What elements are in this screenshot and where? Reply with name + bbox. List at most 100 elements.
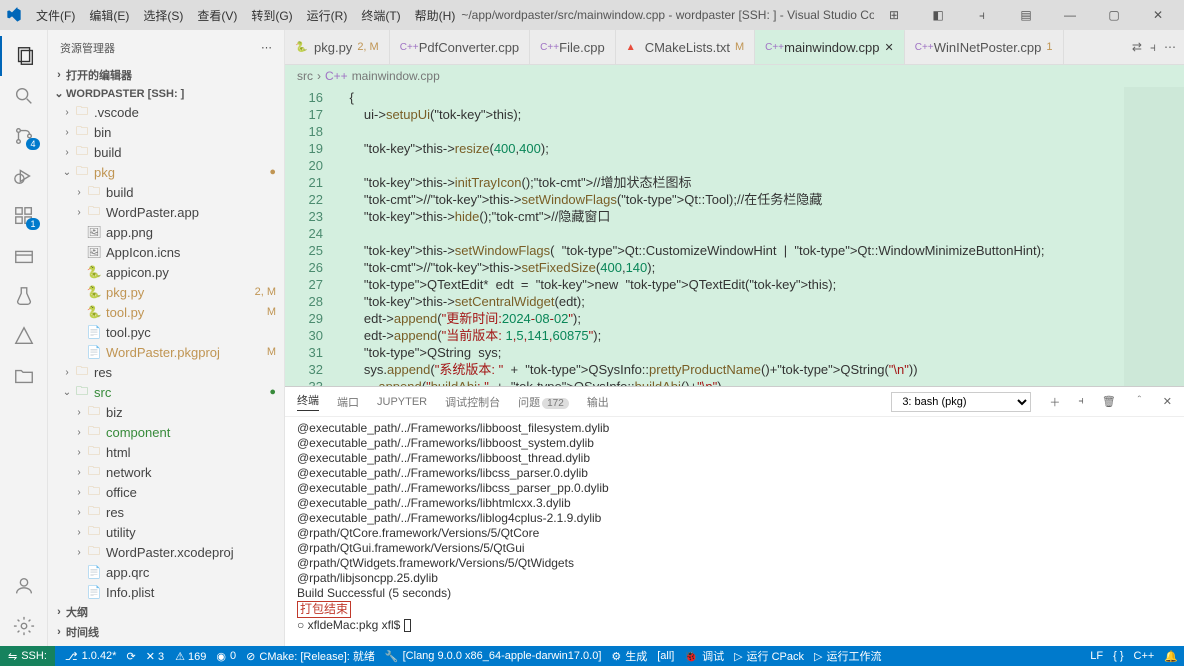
folder-icon[interactable] [0, 356, 48, 396]
menu-terminal[interactable]: 终端(T) [355, 3, 406, 28]
explorer-icon[interactable] [0, 36, 48, 76]
sync-button[interactable]: ⟳ [126, 650, 135, 663]
section-outline[interactable]: ›大纲 [48, 602, 284, 622]
remote-icon[interactable] [0, 236, 48, 276]
editor-tab[interactable]: C++File.cpp [530, 30, 616, 64]
panel-tab-problems[interactable]: 问题172 [518, 394, 569, 410]
layout-icon[interactable]: ◧ [918, 8, 958, 22]
panel-tab-debug[interactable]: 调试控制台 [445, 394, 500, 410]
compare-icon[interactable]: ⇄ [1132, 40, 1142, 54]
extensions-icon[interactable]: 1 [0, 196, 48, 236]
test-icon[interactable] [0, 276, 48, 316]
code-body[interactable]: { ui->setupUi("tok-key">this); "tok-key"… [335, 87, 1124, 386]
tree-item[interactable]: 📄tool.pyc [48, 322, 284, 342]
close-button[interactable]: ✕ [1138, 8, 1178, 22]
notifications-icon[interactable]: 🔔 [1164, 650, 1178, 663]
ctest-button[interactable]: ▷ 运行工作流 [814, 648, 881, 664]
ports-status[interactable]: ◉ 0 [216, 650, 236, 663]
search-icon[interactable] [0, 76, 48, 116]
tree-item[interactable]: ⌄🗀src● [48, 382, 284, 402]
panel-maximize-icon[interactable]: ＾ [1134, 394, 1145, 410]
cmake-icon[interactable] [0, 316, 48, 356]
menu-edit[interactable]: 编辑(E) [83, 3, 135, 28]
menu-file[interactable]: 文件(F) [30, 3, 81, 28]
terminal-trash-icon[interactable]: 🗑 [1102, 395, 1116, 408]
tree-item[interactable]: 🐍tool.pyM [48, 302, 284, 322]
section-open-editors[interactable]: ›打开的编辑器 [48, 65, 284, 85]
menu-run[interactable]: 运行(R) [301, 3, 354, 28]
breadcrumb[interactable]: src › C++ mainwindow.cpp [285, 65, 1184, 87]
lang-status[interactable]: C++ [1134, 650, 1155, 662]
menu-select[interactable]: 选择(S) [137, 3, 189, 28]
tree-item[interactable]: ›🗀build [48, 142, 284, 162]
cmake-status[interactable]: ⊘ CMake: [Release]: 就绪 [246, 648, 375, 664]
tree-item[interactable]: ›🗀component [48, 422, 284, 442]
tree-item[interactable]: ›🗀biz [48, 402, 284, 422]
tree-item[interactable]: 🐍appicon.py [48, 262, 284, 282]
tree-item[interactable]: 🖼AppIcon.icns [48, 242, 284, 262]
kit-status[interactable]: 🔧 [Clang 9.0.0 x86_64-apple-darwin17.0.0… [385, 650, 601, 663]
remote-indicator[interactable]: ⇋ SSH: [0, 646, 55, 666]
sidebar-more-icon[interactable]: ⋯ [261, 41, 272, 54]
menu-help[interactable]: 帮助(H) [409, 3, 462, 28]
editor-tab[interactable]: C++mainwindow.cpp✕ [755, 30, 905, 64]
tree-item[interactable]: ›🗀WordPaster.app [48, 202, 284, 222]
panel-tab-terminal[interactable]: 终端 [297, 392, 319, 411]
tree-item[interactable]: ›🗀network [48, 462, 284, 482]
customize-icon[interactable]: ▤ [1006, 8, 1046, 22]
section-timeline[interactable]: ›时间线 [48, 622, 284, 642]
settings-icon[interactable] [0, 606, 48, 646]
tree-item[interactable]: ›🗀office [48, 482, 284, 502]
maximize-button[interactable]: ▢ [1094, 8, 1134, 22]
tree-item[interactable]: ›🗀.vscode [48, 102, 284, 122]
debug-button[interactable]: 🐞 调试 [684, 648, 724, 664]
account-icon[interactable] [0, 566, 48, 606]
minimize-button[interactable]: — [1050, 8, 1090, 22]
tree-item[interactable]: 📄app.qrc [48, 562, 284, 582]
tree-item[interactable]: ⌄🗀pkg● [48, 162, 284, 182]
menu-view[interactable]: 查看(V) [191, 3, 243, 28]
tree-item[interactable]: 📄WordPaster.pkgprojM [48, 342, 284, 362]
menu-go[interactable]: 转到(G) [245, 3, 298, 28]
terminal-selector[interactable]: 3: bash (pkg) [891, 392, 1031, 412]
tree-item[interactable]: ›🗀WordPaster.xcodeproj [48, 542, 284, 562]
editor-tab[interactable]: C++PdfConverter.cpp [390, 30, 530, 64]
toggle-panel-icon[interactable]: ⊞ [874, 8, 914, 22]
panel-close-icon[interactable]: ✕ [1163, 395, 1172, 408]
tree-item[interactable]: ›🗀utility [48, 522, 284, 542]
scm-icon[interactable]: 4 [0, 116, 48, 156]
editor-tab[interactable]: 🐍pkg.py2, M [285, 30, 390, 64]
more-icon[interactable]: ⋯ [1164, 40, 1176, 54]
tree-item[interactable]: ›🗀res [48, 502, 284, 522]
tree-item[interactable]: 🐍pkg.py2, M [48, 282, 284, 302]
breadcrumb-folder[interactable]: src [297, 69, 313, 83]
tree-item[interactable]: ›🗀html [48, 442, 284, 462]
section-workspace[interactable]: ⌄WORDPASTER [SSH: ] [48, 85, 284, 102]
panel-tab-output[interactable]: 输出 [587, 394, 609, 410]
minimap[interactable] [1124, 87, 1184, 386]
layout2-icon[interactable]: ⫞ [962, 8, 1002, 23]
terminal-output[interactable]: @executable_path/../Frameworks/libboost_… [285, 417, 1184, 646]
editor-tab[interactable]: ▲CMakeLists.txtM [616, 30, 755, 64]
terminal-split-icon[interactable]: ⫞ [1078, 395, 1084, 408]
editor-tab[interactable]: C++WinINetPoster.cpp1 [905, 30, 1064, 64]
tree-item[interactable]: 🖼app.png [48, 222, 284, 242]
panel-tab-ports[interactable]: 端口 [337, 394, 359, 410]
build-button[interactable]: ⚙ 生成 [611, 648, 647, 664]
split-icon[interactable]: ⫞ [1150, 40, 1156, 55]
tree-item[interactable]: ›🗀bin [48, 122, 284, 142]
eol-status[interactable]: LF [1090, 650, 1103, 662]
problems-status[interactable]: ✕ 3 ⚠ 169 [146, 650, 207, 663]
tree-item[interactable]: ›🗀res [48, 362, 284, 382]
variant-status[interactable]: [all] [657, 650, 674, 662]
tree-item[interactable]: 📄Info.plist [48, 582, 284, 602]
panel-tab-jupyter[interactable]: JUPYTER [377, 396, 427, 408]
terminal-new-icon[interactable]: ＋ [1049, 394, 1060, 410]
breadcrumb-file[interactable]: mainwindow.cpp [352, 69, 440, 83]
tree-item[interactable]: ›🗀build [48, 182, 284, 202]
debug-icon[interactable] [0, 156, 48, 196]
cpack-button[interactable]: ▷ 运行 CPack [734, 648, 804, 664]
git-branch[interactable]: ⎇ 1.0.42* [65, 650, 117, 663]
code-editor[interactable]: 161718192021222324252627282930313233 { u… [285, 87, 1184, 386]
enc-status[interactable]: { } [1113, 650, 1123, 662]
